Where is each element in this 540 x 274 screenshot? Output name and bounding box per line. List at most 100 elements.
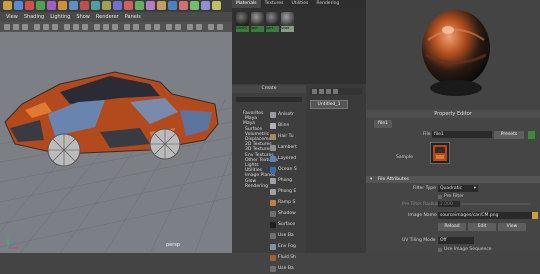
node-item[interactable]: Surface	[270, 219, 304, 230]
tree-item[interactable]: Image Planes	[243, 173, 275, 178]
toolbar-icon[interactable]	[82, 24, 88, 30]
menu-renderer[interactable]: Renderer	[96, 14, 119, 20]
shelf-icon[interactable]	[58, 1, 67, 10]
pre-filter-radius-slider[interactable]	[461, 203, 531, 205]
node-item[interactable]: Ramp S	[270, 197, 304, 208]
material-swatch[interactable]: part	[266, 12, 279, 36]
tab-rendering[interactable]: Rendering	[312, 0, 343, 8]
menu-shading[interactable]: Shading	[24, 14, 44, 20]
filter-type-dropdown[interactable]: Quadratic ▾	[438, 185, 478, 192]
material-swatch[interactable]: CarSG	[236, 12, 249, 36]
tab-textures[interactable]: Textures	[261, 0, 288, 8]
shelf-icon[interactable]	[102, 1, 111, 10]
node-item[interactable]: Shadow	[270, 208, 304, 219]
grid-icon[interactable]	[52, 24, 58, 30]
node-item[interactable]: Use Ba	[270, 263, 304, 274]
material-browser[interactable]: CarSG lam part shad	[232, 8, 366, 84]
toolbar-icon[interactable]	[43, 24, 49, 30]
graph-tab-untitled[interactable]: Untitled_1	[310, 100, 348, 109]
toolbar-icon[interactable]	[154, 24, 160, 30]
node-item[interactable]: Anisotr	[270, 109, 304, 120]
node-tab-file1[interactable]: file1	[374, 120, 392, 128]
image-name-field[interactable]: sourceimages/car/CM.png	[438, 212, 532, 219]
uv-tiling-dropdown[interactable]: Off	[438, 237, 474, 244]
toolbar-icon[interactable]	[73, 24, 79, 30]
shelf-icon[interactable]	[135, 1, 144, 10]
wireframe-icon[interactable]	[94, 24, 100, 30]
node-item[interactable]: Fluid Sh	[270, 252, 304, 263]
viewport-panel[interactable]: View Shading Lighting Show Renderer Pane…	[0, 0, 232, 253]
node-item[interactable]: Blinn	[270, 120, 304, 131]
toolbar-icon[interactable]	[145, 24, 151, 30]
pre-filter-radius-field[interactable]: 2.000	[438, 201, 460, 207]
shelf-icon[interactable]	[113, 1, 122, 10]
tree-item[interactable]: Rendering	[243, 184, 268, 189]
menu-show[interactable]: Show	[76, 14, 90, 20]
toolbar-icon[interactable]	[133, 24, 139, 30]
toolbar-icon[interactable]	[34, 24, 40, 30]
material-swatch[interactable]: lam	[251, 12, 264, 36]
node-item[interactable]: Ocean S	[270, 164, 304, 175]
shelf-icon[interactable]	[201, 1, 210, 10]
view-button[interactable]: View	[498, 223, 526, 231]
toolbar-icon[interactable]	[208, 24, 214, 30]
edit-button[interactable]: Edit	[468, 223, 496, 231]
toolbar-icon[interactable]	[175, 24, 181, 30]
node-graph-panel[interactable]: Untitled_1	[306, 85, 366, 253]
shelf-icon[interactable]	[80, 1, 89, 10]
toolbar-icon[interactable]	[22, 24, 28, 30]
shelf-icon[interactable]	[124, 1, 133, 10]
graph-tool-icon[interactable]	[319, 89, 324, 94]
tab-utilities[interactable]: Utilities	[287, 0, 312, 8]
viewport-scene[interactable]	[0, 32, 232, 253]
car-model[interactable]	[4, 71, 219, 155]
node-item[interactable]: Use Ba	[270, 230, 304, 241]
focus-icon[interactable]	[528, 131, 535, 139]
menu-lighting[interactable]: Lighting	[50, 14, 70, 20]
shelf-icon[interactable]	[190, 1, 199, 10]
reload-button[interactable]: Reload	[438, 223, 466, 231]
shelf-icon[interactable]	[14, 1, 23, 10]
toolbar-icon[interactable]	[196, 24, 202, 30]
toolbar-icon[interactable]	[64, 24, 70, 30]
node-item[interactable]: Env Fog	[270, 241, 304, 252]
toolbar-icon[interactable]	[13, 24, 19, 30]
tab-materials[interactable]: Materials	[232, 0, 261, 8]
use-image-sequence-checkbox[interactable]	[438, 248, 442, 252]
node-item[interactable]: Phong E	[270, 186, 304, 197]
material-preview[interactable]	[366, 0, 540, 108]
toolbar-icon[interactable]	[187, 24, 193, 30]
shelf-icon[interactable]	[25, 1, 34, 10]
tree-item[interactable]: 3D Textures	[243, 147, 272, 152]
create-search-input[interactable]	[236, 97, 302, 102]
camera-icon[interactable]	[4, 24, 10, 30]
pre-filter-checkbox[interactable]	[438, 195, 442, 199]
graph-tool-icon[interactable]	[326, 89, 331, 94]
menu-view[interactable]: View	[6, 14, 18, 20]
node-item[interactable]: Phong	[270, 175, 304, 186]
node-item[interactable]: Lambert	[270, 142, 304, 153]
material-swatch[interactable]: shad	[281, 12, 294, 36]
shelf-icon[interactable]	[69, 1, 78, 10]
shelf-icon[interactable]	[179, 1, 188, 10]
graph-tool-icon[interactable]	[312, 89, 317, 94]
presets-button[interactable]: Presets	[494, 131, 524, 139]
graph-tool-icon[interactable]	[333, 89, 338, 94]
shelf-icon[interactable]	[157, 1, 166, 10]
node-item[interactable]: Layered	[270, 153, 304, 164]
menu-panels[interactable]: Panels	[125, 14, 141, 20]
toolbar-icon[interactable]	[124, 24, 130, 30]
toolbar-icon[interactable]	[166, 24, 172, 30]
folder-icon[interactable]	[532, 212, 538, 219]
shelf-icon[interactable]	[36, 1, 45, 10]
shelf-icon[interactable]	[168, 1, 177, 10]
smooth-shade-icon[interactable]	[103, 24, 109, 30]
node-item[interactable]: Hair Tu	[270, 131, 304, 142]
shelf-icon[interactable]	[3, 1, 12, 10]
toolbar-icon[interactable]	[217, 24, 223, 30]
file-attributes-section[interactable]: ▾ File Attributes	[366, 176, 540, 183]
textured-icon[interactable]	[112, 24, 118, 30]
shelf-icon[interactable]	[146, 1, 155, 10]
shelf-icon[interactable]	[47, 1, 56, 10]
file-name-field[interactable]: file1	[432, 131, 492, 138]
